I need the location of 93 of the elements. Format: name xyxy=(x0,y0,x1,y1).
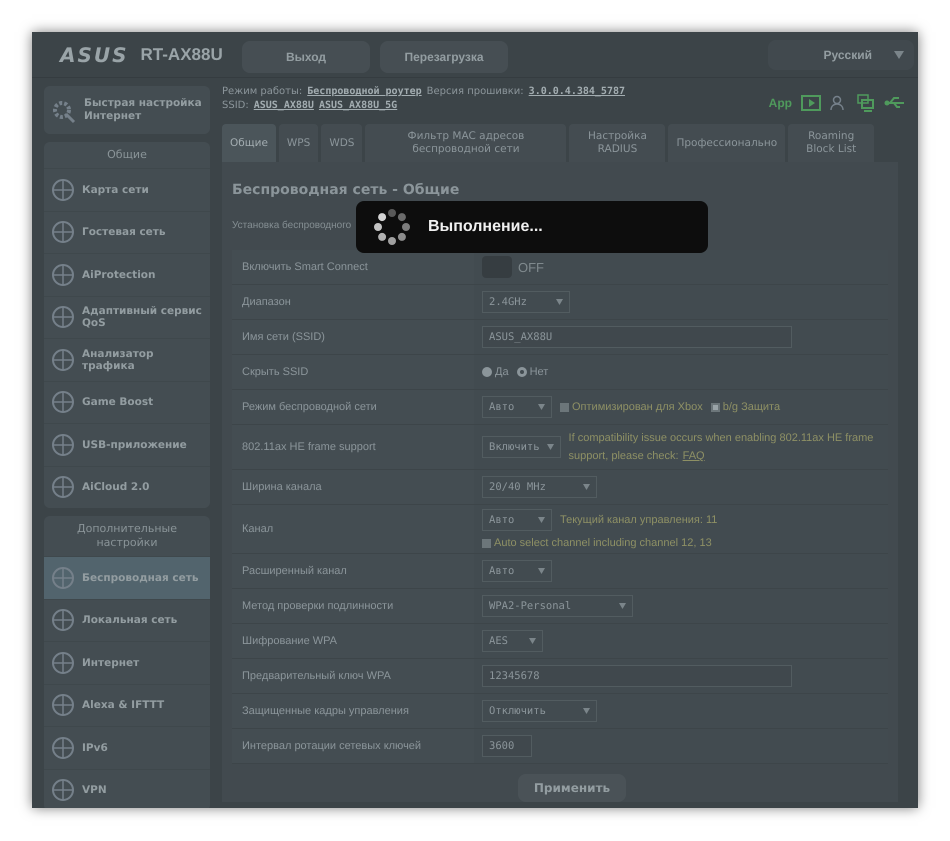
dropdown[interactable]: Отключить xyxy=(482,700,597,722)
setting-label: Скрыть SSID xyxy=(241,365,310,380)
ssid-link[interactable]: ASUS_AX88U_5G xyxy=(318,100,398,111)
sidebar-item[interactable]: Локальная сеть xyxy=(44,598,210,641)
sidebar-heading: Дополнительные настройки xyxy=(76,521,178,551)
hint-text: If compatibility issue occurs when enabling 802.11ax HE frame support, please check: FAQ xyxy=(568,431,874,464)
radio-option[interactable]: Нет xyxy=(516,366,548,378)
text-field[interactable]: 3600 xyxy=(482,735,532,757)
ssid-link[interactable]: ASUS_AX88U xyxy=(254,100,314,111)
dropdown[interactable]: Включить xyxy=(482,436,561,458)
header-button[interactable]: Перезагрузка xyxy=(380,40,508,72)
caret-icon xyxy=(894,50,904,58)
setting-label: Предварительный ключ WPA xyxy=(241,669,392,684)
sidebar-item[interactable]: Интернет xyxy=(44,641,210,684)
sidebar-item[interactable]: VPN xyxy=(44,768,210,808)
globe-icon xyxy=(50,650,76,676)
dropdown[interactable]: 20/40 MHz xyxy=(482,476,597,498)
spinner-icon xyxy=(372,207,412,247)
globe-icon xyxy=(50,734,76,761)
setting-label: Диапазон xyxy=(241,295,292,310)
tab[interactable]: WPS xyxy=(278,124,318,162)
tab[interactable]: Общие xyxy=(222,124,276,162)
sidebar-item[interactable]: Game Boost xyxy=(44,380,210,423)
sidebar-item[interactable]: AiProtection xyxy=(44,253,210,296)
apply-button[interactable]: Применить xyxy=(518,774,626,802)
sidebar-item[interactable]: Гостевая сеть xyxy=(44,210,210,253)
sidebar-item[interactable]: Карта сети xyxy=(44,168,210,210)
caret-icon xyxy=(538,404,545,410)
setting-label: Имя сети (SSID) xyxy=(241,330,326,345)
caret-icon xyxy=(546,444,554,450)
sidebar-item[interactable]: IPv6 xyxy=(44,726,210,768)
setting-label: Канал xyxy=(241,522,274,537)
play-icon[interactable] xyxy=(801,95,821,111)
text-field[interactable]: 12345678 xyxy=(482,665,792,687)
sidebar-item[interactable]: Анализатор трафика xyxy=(44,338,210,380)
firmware-link[interactable]: 3.0.0.4.384_5787 xyxy=(528,86,625,97)
tab[interactable]: Фильтр MAC адресов беспроводной сети xyxy=(365,124,566,162)
app-link[interactable]: App xyxy=(768,96,792,110)
setting-label: Ширина канала xyxy=(241,480,323,495)
setting-label: Защищенные кадры управления xyxy=(241,704,410,719)
dropdown[interactable]: Авто xyxy=(482,560,552,582)
radio-option[interactable]: Да xyxy=(482,366,509,378)
caret-icon xyxy=(538,517,545,523)
sidebar-item[interactable]: Alexa & IFTTT xyxy=(44,684,210,726)
sidebar-item[interactable]: USB-приложение xyxy=(44,423,210,466)
tab[interactable]: Roaming Block List xyxy=(788,124,874,162)
sidebar-item[interactable]: Адаптивный сервис QoS xyxy=(44,296,210,338)
logo: ASUS xyxy=(60,42,129,66)
dropdown[interactable]: 2.4GHz xyxy=(482,291,570,313)
text-field[interactable]: ASUS_AX88U xyxy=(482,326,792,348)
usb-icon[interactable] xyxy=(884,96,906,110)
header-button[interactable]: Выход xyxy=(242,40,370,72)
checkbox-option[interactable]: Auto select channel including channel 12, 13 xyxy=(482,537,712,549)
caret-icon xyxy=(619,603,626,609)
setting-label: Интервал ротации сетевых ключей xyxy=(241,739,422,754)
dropdown[interactable]: AES xyxy=(482,630,543,652)
faq-link[interactable]: FAQ xyxy=(682,450,705,462)
setting-label: Включить Smart Connect xyxy=(241,260,369,275)
quick-setup-button[interactable]: Быстрая настройка Интернет xyxy=(44,86,210,134)
toggle-switch[interactable]: OFF xyxy=(482,255,544,279)
sidebar-heading: Общие xyxy=(106,147,148,163)
setting-label: Шифрование WPA xyxy=(241,634,338,649)
caret-icon xyxy=(529,638,536,644)
model-name: RT-AX88U xyxy=(140,44,223,64)
checkbox-option[interactable]: Оптимизирован для Xbox xyxy=(560,401,703,413)
checkbox-option[interactable]: b/g Защита xyxy=(710,401,780,413)
globe-icon xyxy=(50,219,76,246)
setting-label: Метод проверки подлинности xyxy=(241,599,394,614)
globe-icon xyxy=(50,176,76,203)
dropdown[interactable]: Авто xyxy=(482,396,552,418)
dropdown[interactable]: WPA2-Personal xyxy=(482,595,633,617)
caret-icon xyxy=(583,484,590,490)
firmware-label: Версия прошивки: xyxy=(426,86,524,97)
page-title: Беспроводная сеть - Общие xyxy=(232,182,460,198)
setting-label: Расширенный канал xyxy=(241,564,348,579)
description-text: Установка беспроводного xyxy=(232,220,352,231)
sidebar-item[interactable]: AiCloud 2.0 xyxy=(44,466,210,508)
tab[interactable]: Настройка RADIUS xyxy=(569,124,666,162)
setting-label: Режим беспроводной сети xyxy=(241,400,378,415)
mode-label: Режим работы: xyxy=(222,86,302,97)
dropdown[interactable]: Авто xyxy=(482,509,552,531)
language-select[interactable]: Русский xyxy=(768,40,914,70)
sidebar-item[interactable]: Беспроводная сеть xyxy=(44,556,210,598)
progress-text: Выполнение... xyxy=(428,218,543,236)
tab[interactable]: WDS xyxy=(321,124,362,162)
setting-label: 802.11ax HE frame support xyxy=(241,440,377,455)
hint-text: Текущий канал управления: 11 xyxy=(560,513,718,528)
tab[interactable]: Профессионально xyxy=(668,124,786,162)
caret-icon xyxy=(538,568,545,574)
caret-icon xyxy=(556,299,563,305)
caret-icon xyxy=(583,708,590,714)
ssid-label: SSID: xyxy=(222,100,249,111)
mode-link[interactable]: Беспроводной роутер xyxy=(307,86,422,97)
